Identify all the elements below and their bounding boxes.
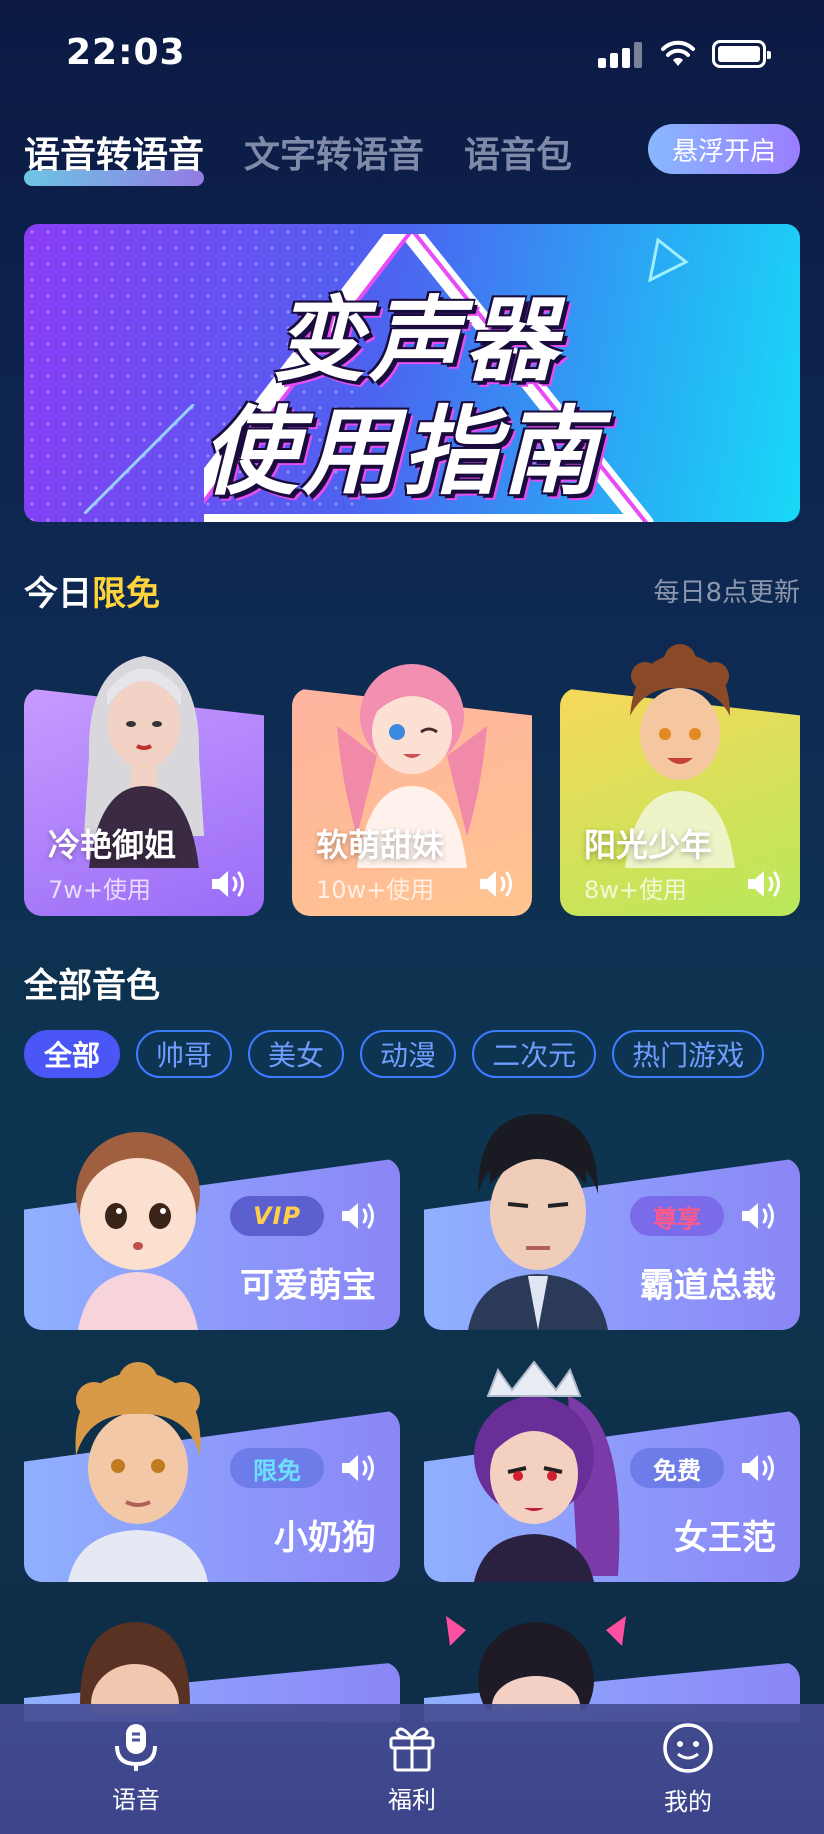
tab-voice-pack[interactable]: 语音包 xyxy=(464,126,572,178)
status-time: 22:03 xyxy=(66,32,186,73)
filter-chip-handsome[interactable]: 帅哥 xyxy=(136,1030,233,1078)
voice-card-domineering-ceo[interactable]: 尊享 霸道总裁 xyxy=(424,1114,800,1330)
nav-voice[interactable]: 语音 xyxy=(76,1722,196,1815)
tab-voice-to-voice[interactable]: 语音转语音 xyxy=(24,126,205,186)
status-bar: 22:03 xyxy=(0,0,824,110)
all-voices-title: 全部音色 xyxy=(24,966,160,1006)
free-badge: 免费 xyxy=(630,1448,724,1488)
filter-chip-acg[interactable]: 二次元 xyxy=(472,1030,597,1078)
free-title-highlight: 限免 xyxy=(92,574,160,614)
top-tabs: 语音转语音 文字转语音 语音包 xyxy=(24,122,612,186)
avatar xyxy=(68,1362,208,1582)
free-card-uses: 8w+使用 xyxy=(584,876,688,904)
vip-badge: VIP xyxy=(230,1196,324,1236)
float-toggle-button[interactable]: 悬浮开启 xyxy=(648,124,800,174)
cellular-signal-icon xyxy=(598,42,644,68)
avatar xyxy=(474,1360,620,1582)
microphone-icon xyxy=(115,1724,157,1771)
wifi-icon xyxy=(661,40,695,66)
gift-icon xyxy=(389,1727,435,1772)
smiley-icon xyxy=(663,1723,713,1773)
free-section-title: 今日限免 xyxy=(24,566,160,615)
voice-name: 可爱萌宝 xyxy=(240,1266,376,1306)
speaker-icon[interactable] xyxy=(740,1200,778,1232)
free-card-name: 冷艳御姐 xyxy=(48,826,177,864)
speaker-icon[interactable] xyxy=(740,1452,778,1484)
premium-badge: 尊享 xyxy=(630,1196,724,1236)
filter-chip-anime[interactable]: 动漫 xyxy=(360,1030,457,1078)
nav-mine-label: 我的 xyxy=(664,1788,712,1816)
voice-name: 小奶狗 xyxy=(274,1518,376,1558)
free-card-name: 阳光少年 xyxy=(584,826,713,864)
nav-welfare[interactable]: 福利 xyxy=(352,1722,472,1815)
voice-card-queen[interactable]: 免费 女王范 xyxy=(424,1360,800,1582)
free-card-sunny-boy[interactable]: 阳光少年 8w+使用 xyxy=(560,644,800,916)
free-card-uses: 7w+使用 xyxy=(48,876,152,904)
speaker-icon[interactable] xyxy=(340,1200,378,1232)
free-card-cool-lady[interactable]: 冷艳御姐 7w+使用 xyxy=(24,656,264,916)
speaker-icon[interactable] xyxy=(210,868,248,900)
voice-name: 女王范 xyxy=(674,1518,776,1558)
voice-card-puppy-boy[interactable]: 限免 小奶狗 xyxy=(24,1362,400,1582)
banner-title-line2: 使用指南 xyxy=(202,396,602,508)
filter-chip-all[interactable]: 全部 xyxy=(24,1030,121,1078)
tab-text-to-voice[interactable]: 文字转语音 xyxy=(244,126,424,178)
filter-chip-hot-games[interactable]: 热门游戏 xyxy=(612,1030,765,1078)
voice-name: 霸道总裁 xyxy=(640,1266,776,1306)
avatar xyxy=(80,1622,190,1714)
free-title-prefix: 今日 xyxy=(24,574,92,614)
speaker-icon[interactable] xyxy=(746,868,784,900)
nav-mine[interactable]: 我的 xyxy=(628,1722,748,1817)
free-card-uses: 10w+使用 xyxy=(316,876,435,904)
limited-free-badge: 限免 xyxy=(230,1448,324,1488)
avatar xyxy=(76,1132,200,1330)
avatar xyxy=(468,1114,608,1330)
battery-icon xyxy=(712,40,771,68)
guide-banner[interactable]: 变声器 使用指南 xyxy=(24,224,800,522)
nav-voice-label: 语音 xyxy=(112,1786,160,1814)
speaker-icon[interactable] xyxy=(478,868,516,900)
voice-card-cute-baby[interactable]: VIP 可爱萌宝 xyxy=(24,1132,400,1330)
filter-chips: 全部 帅哥 美女 动漫 二次元 热门游戏 xyxy=(24,1030,824,1078)
free-card-sweet-girl[interactable]: 软萌甜妹 10w+使用 xyxy=(292,664,532,916)
update-note: 每日8点更新 xyxy=(653,578,800,608)
bottom-nav: 语音 福利 我的 xyxy=(0,1704,824,1834)
speaker-icon[interactable] xyxy=(340,1452,378,1484)
avatar xyxy=(446,1616,626,1710)
filter-chip-beauty[interactable]: 美女 xyxy=(248,1030,345,1078)
nav-welfare-label: 福利 xyxy=(388,1786,436,1814)
free-card-name: 软萌甜妹 xyxy=(316,826,445,864)
